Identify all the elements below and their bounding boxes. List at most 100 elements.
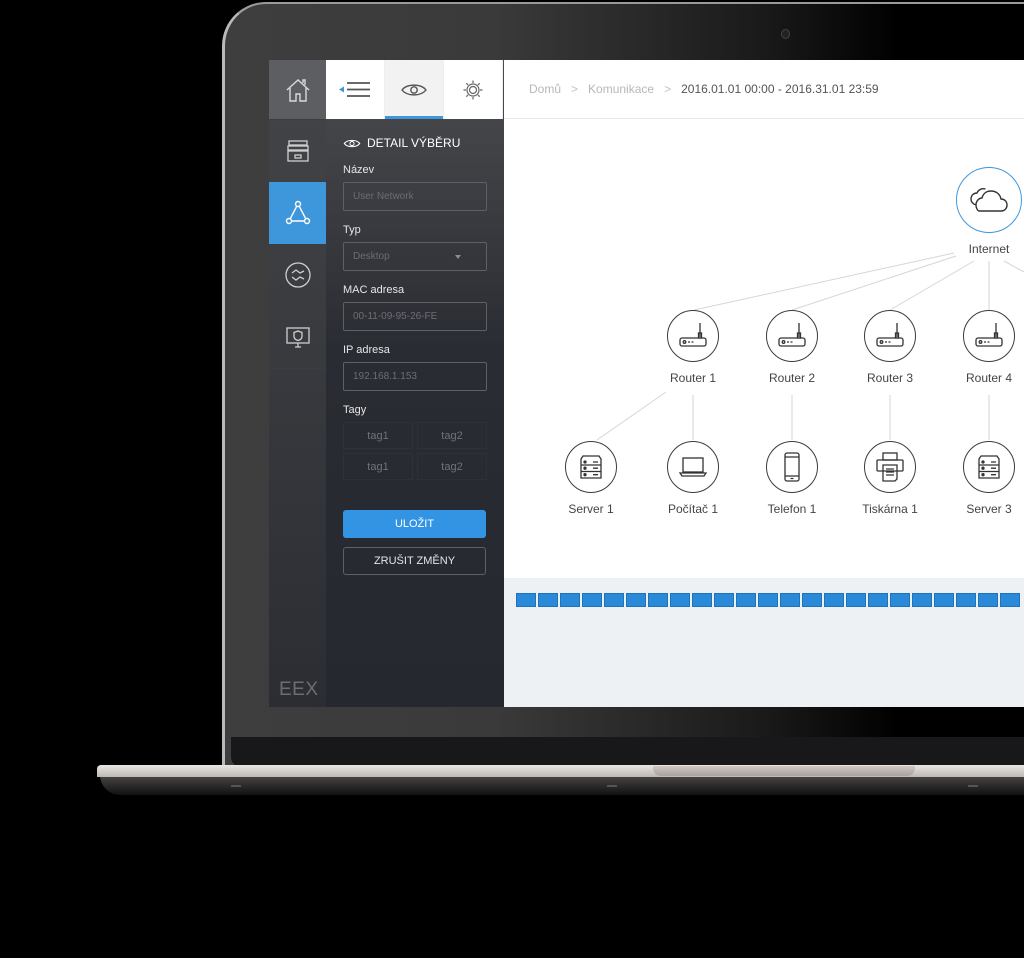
node-router[interactable]: Router 1 <box>648 310 738 385</box>
node-circle <box>667 310 719 362</box>
timeline-block[interactable] <box>758 593 778 607</box>
tag-list: tag1 tag2 tag1 tag2 <box>343 422 487 480</box>
tag-item[interactable]: tag2 <box>417 453 487 480</box>
type-select[interactable]: Desktop <box>343 242 487 271</box>
timeline-block[interactable] <box>978 593 998 607</box>
timeline-block[interactable] <box>780 593 800 607</box>
node-internet[interactable]: Internet <box>944 167 1024 256</box>
ip-placeholder: 192.168.1.153 <box>353 371 417 382</box>
node-device[interactable]: Server 3 <box>944 441 1024 516</box>
node-device[interactable]: Počítač 1 <box>648 441 738 516</box>
tab-collapse-menu[interactable] <box>326 60 385 119</box>
panel-title-text: DETAIL VÝBĚRU <box>367 136 461 150</box>
timeline-block[interactable] <box>890 593 910 607</box>
node-label: Router 4 <box>965 371 1013 385</box>
camera-icon <box>781 29 790 39</box>
timeline-block[interactable] <box>692 593 712 607</box>
router-icon <box>975 323 1003 347</box>
exchange-icon <box>284 262 311 288</box>
laptop-foot <box>231 785 241 787</box>
laptop-foot <box>607 785 617 787</box>
timeline-block[interactable] <box>582 593 602 607</box>
printer-icon <box>876 452 904 482</box>
timeline-block[interactable] <box>670 593 690 607</box>
mac-label: MAC adresa <box>343 284 405 296</box>
node-label: Server 1 <box>568 502 614 516</box>
ip-input[interactable]: 192.168.1.153 <box>343 362 487 391</box>
server-icon <box>978 455 1000 479</box>
timeline-block[interactable] <box>736 593 756 607</box>
timeline-block[interactable] <box>824 593 844 607</box>
phone-icon <box>784 452 800 482</box>
node-device[interactable]: Tiskárna 1 <box>845 441 935 516</box>
rail-item-monitor[interactable] <box>269 306 326 369</box>
timeline-block[interactable] <box>1000 593 1020 607</box>
detail-panel: DETAIL VÝBĚRU Název User Network Typ Des… <box>326 60 504 707</box>
node-label: Telefon 1 <box>767 502 817 516</box>
rail-item-exchange[interactable] <box>269 244 326 307</box>
timeline-block[interactable] <box>868 593 888 607</box>
timeline-block[interactable] <box>604 593 624 607</box>
home-icon <box>286 78 309 102</box>
timeline-block[interactable] <box>648 593 668 607</box>
app-logo: EEX <box>279 679 319 700</box>
tag-item[interactable]: tag2 <box>417 422 487 449</box>
network-canvas: Internet Router 1 Router 2 Router 3 Rout… <box>504 120 1024 578</box>
panel-title: DETAIL VÝBĚRU <box>343 136 487 150</box>
eye-icon <box>343 139 361 147</box>
eye-icon <box>401 83 427 96</box>
rail-item-home[interactable] <box>269 60 326 120</box>
name-placeholder: User Network <box>353 191 414 202</box>
cloud-icon <box>970 188 1008 212</box>
chevron-right-icon: > <box>571 82 579 96</box>
laptop-icon <box>678 457 708 477</box>
menu-collapse-icon <box>339 81 370 97</box>
mac-placeholder: 00-11-09-95-26-FE <box>353 311 438 322</box>
node-device[interactable]: Telefon 1 <box>747 441 837 516</box>
save-button[interactable]: ULOŽIT <box>343 510 486 538</box>
node-circle <box>565 441 617 493</box>
tag-item[interactable]: tag1 <box>343 422 413 449</box>
server-icon <box>580 455 602 479</box>
timeline-block[interactable] <box>516 593 536 607</box>
name-label: Název <box>343 164 375 176</box>
node-router[interactable]: Router 2 <box>747 310 837 385</box>
mac-input[interactable]: 00-11-09-95-26-FE <box>343 302 487 331</box>
timeline-block[interactable] <box>538 593 558 607</box>
tag-item[interactable]: tag1 <box>343 453 413 480</box>
timeline-block[interactable] <box>714 593 734 607</box>
breadcrumb-communication[interactable]: Komunikace <box>588 82 654 96</box>
network-triangle-icon <box>285 200 310 225</box>
app-screen: EEX DETAIL VÝBĚRU Název User Network Typ <box>269 60 1024 707</box>
node-circle <box>963 441 1015 493</box>
node-circle <box>963 310 1015 362</box>
name-input[interactable]: User Network <box>343 182 487 211</box>
node-device[interactable]: Server 1 <box>546 441 636 516</box>
chevron-down-icon <box>455 254 461 259</box>
node-circle <box>766 310 818 362</box>
cancel-changes-button[interactable]: ZRUŠIT ZMĚNY <box>343 547 486 575</box>
rail-item-network[interactable] <box>269 182 326 245</box>
timeline-block[interactable] <box>956 593 976 607</box>
laptop-foot <box>968 785 978 787</box>
timeline-block[interactable] <box>626 593 646 607</box>
timeline <box>504 578 1024 707</box>
tab-detail[interactable] <box>385 60 444 119</box>
chevron-right-icon: > <box>664 82 672 96</box>
ip-label: IP adresa <box>343 344 390 356</box>
panel-tabs <box>326 60 504 119</box>
node-router[interactable]: Router 3 <box>845 310 935 385</box>
rail-item-storage[interactable] <box>269 120 326 183</box>
timeline-block[interactable] <box>912 593 932 607</box>
timeline-block[interactable] <box>934 593 954 607</box>
breadcrumb-home[interactable]: Domů <box>529 82 561 96</box>
timeline-block[interactable] <box>846 593 866 607</box>
monitor-shield-icon <box>285 327 310 348</box>
link-router1-server1 <box>596 391 667 441</box>
timeline-block[interactable] <box>802 593 822 607</box>
tab-settings[interactable] <box>444 60 503 119</box>
router-icon <box>679 323 707 347</box>
tags-label: Tagy <box>343 404 367 416</box>
timeline-block[interactable] <box>560 593 580 607</box>
node-router[interactable]: Router 4 <box>944 310 1024 385</box>
